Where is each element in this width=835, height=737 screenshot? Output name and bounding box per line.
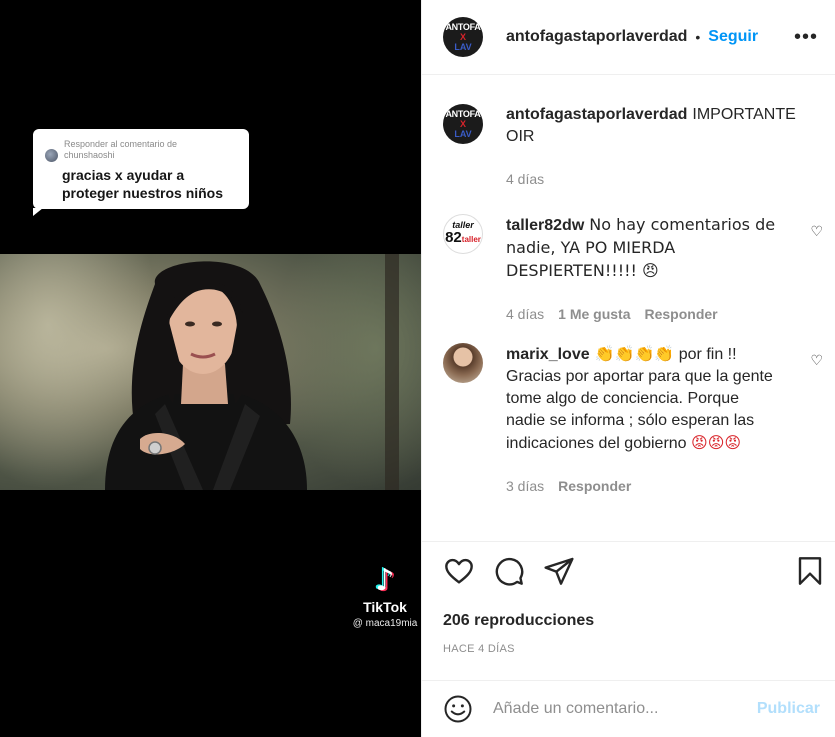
tiktok-handle: @ maca19mia xyxy=(352,618,418,629)
heart-icon[interactable] xyxy=(443,555,475,587)
smiley-icon[interactable] xyxy=(443,694,473,724)
comment-item: marix_love 👏👏👏👏 por fin !! Gracias por ap… xyxy=(443,343,823,497)
reply-avatar xyxy=(45,149,58,162)
comment-time[interactable]: 4 días xyxy=(506,303,544,325)
comment-time[interactable]: 3 días xyxy=(506,475,544,497)
post-header: ANTOFA X LAV antofagastaporlaverdad • Se… xyxy=(422,0,835,75)
post-time[interactable]: HACE 4 DÍAS xyxy=(443,643,515,655)
post-panel: ANTOFA X LAV antofagastaporlaverdad • Se… xyxy=(421,0,835,737)
add-comment-bar: Publicar xyxy=(422,681,835,737)
caption-time[interactable]: 4 días xyxy=(506,168,544,190)
video-media[interactable]: Responder al comentario de chunshaoshi g… xyxy=(0,0,421,737)
comment-icon[interactable] xyxy=(493,555,525,587)
comment-input[interactable] xyxy=(493,700,733,718)
comment-heart-icon[interactable]: ♡ xyxy=(810,223,823,240)
view-count[interactable]: 206 reproducciones xyxy=(443,612,594,630)
caption-text-1: IMPORTANTE xyxy=(692,106,796,123)
video-frame[interactable] xyxy=(0,254,421,490)
divider xyxy=(422,541,835,542)
author-username[interactable]: antofagastaporlaverdad xyxy=(506,28,687,46)
action-bar xyxy=(443,555,823,595)
angry-emoji: 😡😡😡 xyxy=(691,433,742,452)
caption-text-2: OIR xyxy=(506,128,535,145)
tiktok-logo-icon: ♪ xyxy=(375,563,395,598)
comments-list[interactable]: ANTOFA X LAV antofagastaporlaverdad IMPOR… xyxy=(422,76,835,541)
separator-dot: • xyxy=(695,29,701,45)
author-avatar[interactable]: ANTOFA X LAV xyxy=(443,17,483,57)
comment-username[interactable]: marix_love xyxy=(506,346,590,363)
reply-text-1: gracias x ayudar a xyxy=(62,167,185,183)
reply-button[interactable]: Responder xyxy=(645,303,718,325)
caption-username[interactable]: antofagastaporlaverdad xyxy=(506,106,687,123)
clap-emoji: 👏👏👏👏 xyxy=(594,344,675,363)
comment-likes[interactable]: 1 Me gusta xyxy=(558,303,630,325)
woman-figure xyxy=(105,261,307,490)
comment-heart-icon[interactable]: ♡ xyxy=(810,352,823,369)
share-icon[interactable] xyxy=(543,555,575,587)
reply-meta-2: chunshaoshi xyxy=(64,150,115,160)
reply-text-2: proteger nuestros niños xyxy=(62,185,224,201)
bookmark-icon[interactable] xyxy=(794,555,826,587)
caption-avatar[interactable]: ANTOFA X LAV xyxy=(443,104,483,144)
more-options-icon[interactable]: ••• xyxy=(794,27,818,47)
caption: ANTOFA X LAV antofagastaporlaverdad IMPOR… xyxy=(443,104,823,190)
commenter-avatar[interactable] xyxy=(443,343,483,383)
post: Responder al comentario de chunshaoshi g… xyxy=(0,0,835,737)
follow-button[interactable]: Seguir xyxy=(708,28,758,46)
publish-button[interactable]: Publicar xyxy=(757,700,820,718)
reply-meta-1: Responder al comentario de xyxy=(64,139,178,149)
tiktok-watermark: ♪ TikTok @ maca19mia xyxy=(350,563,420,630)
tiktok-name: TikTok xyxy=(363,599,407,615)
commenter-avatar[interactable]: taller 82taller xyxy=(443,214,483,254)
reply-button[interactable]: Responder xyxy=(558,475,631,497)
tiktok-reply-card: Responder al comentario de chunshaoshi g… xyxy=(33,129,249,216)
comment-item: taller 82taller taller82dw No hay comenta… xyxy=(443,214,823,325)
comment-username[interactable]: taller82dw xyxy=(506,217,584,234)
